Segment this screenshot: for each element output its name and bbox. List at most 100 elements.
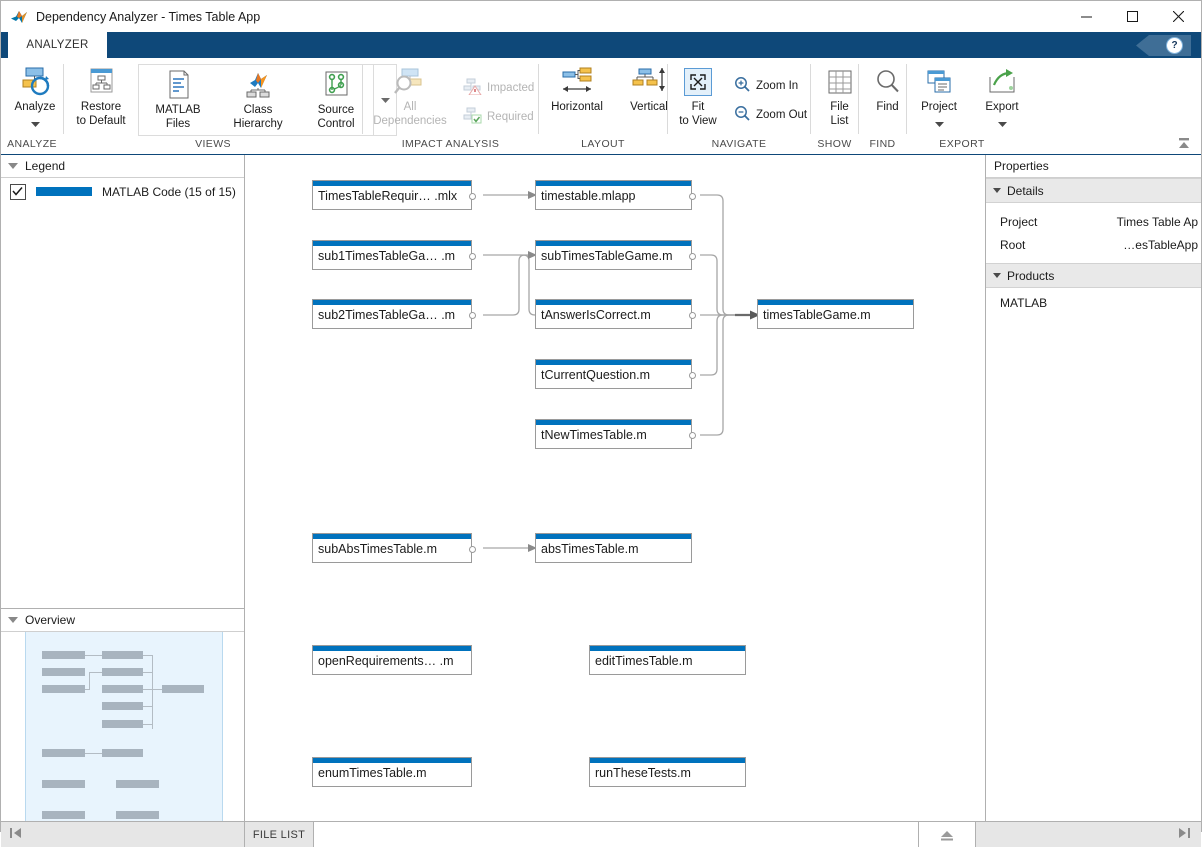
node-label: openRequirements… .m xyxy=(313,651,471,668)
chevron-down-icon xyxy=(8,163,18,169)
matlab-icon xyxy=(10,9,28,25)
close-icon[interactable] xyxy=(1155,1,1201,32)
graph-node[interactable]: editTimesTable.m xyxy=(589,645,746,675)
products-section-header[interactable]: Products xyxy=(986,263,1201,288)
fit-to-view-button[interactable]: Fit to View xyxy=(668,62,728,128)
graph-node[interactable]: timesTableGame.m xyxy=(757,299,914,329)
overview-edge xyxy=(143,655,152,656)
dependency-graph-canvas[interactable]: TimesTableRequir… .mlx timestable.mlapp su… xyxy=(245,155,985,821)
source-control-button[interactable]: Source Control xyxy=(299,65,373,135)
ribbon-group-export: Project Export xyxy=(907,58,1017,154)
project-export-button[interactable]: Project xyxy=(907,62,971,130)
matlab-files-label-line2: Files xyxy=(166,118,190,130)
node-output-port[interactable] xyxy=(689,312,696,319)
overview-header[interactable]: Overview xyxy=(1,609,244,632)
node-output-port[interactable] xyxy=(689,193,696,200)
overview-edge xyxy=(143,724,152,725)
export-button[interactable]: Export xyxy=(971,62,1033,130)
help-button[interactable]: ? xyxy=(1136,35,1191,56)
overview-node xyxy=(42,685,85,693)
legend-checkbox[interactable] xyxy=(10,184,26,200)
find-label: Find xyxy=(876,101,898,115)
node-label: absTimesTable.m xyxy=(536,539,691,556)
eject-icon[interactable] xyxy=(919,822,976,847)
node-output-port[interactable] xyxy=(469,193,476,200)
horizontal-layout-icon xyxy=(560,65,594,99)
restore-to-default-button[interactable]: Restore to Default xyxy=(64,62,138,128)
overview-edge xyxy=(143,689,162,690)
graph-node[interactable]: openRequirements… .m xyxy=(312,645,472,675)
node-label: tCurrentQuestion.m xyxy=(536,365,691,382)
matlab-files-button[interactable]: MATLAB Files xyxy=(139,65,217,135)
node-label: sub2TimesTableGa… .m xyxy=(313,305,471,322)
zoom-out-label: Zoom Out xyxy=(756,109,807,121)
graph-node[interactable]: timestable.mlapp xyxy=(535,180,692,210)
property-value: Times Table Ap xyxy=(1058,215,1201,229)
graph-node[interactable]: TimesTableRequir… .mlx xyxy=(312,180,472,210)
overview-thumbnail[interactable] xyxy=(1,632,244,821)
horizontal-layout-button[interactable]: Horizontal xyxy=(539,62,615,115)
go-to-start-icon[interactable] xyxy=(9,827,23,842)
graph-node[interactable]: sub2TimesTableGa… .m xyxy=(312,299,472,329)
fit-to-view-icon xyxy=(684,65,712,99)
details-rows: Project Times Table Ap Root …esTableApp xyxy=(986,203,1201,263)
ribbon-group-layout: Horizontal xyxy=(539,58,667,154)
graph-node[interactable]: tNewTimesTable.m xyxy=(535,419,692,449)
file-list-tab[interactable]: FILE LIST xyxy=(245,822,314,847)
graph-node[interactable]: subAbsTimesTable.m xyxy=(312,533,472,563)
overview-edge xyxy=(89,672,90,689)
overview-edge xyxy=(85,689,90,690)
window-controls xyxy=(1063,1,1201,32)
properties-panel: Properties Details Project Times Table A… xyxy=(985,155,1201,821)
help-icon: ? xyxy=(1166,37,1183,54)
legend-title: Legend xyxy=(25,159,65,173)
class-hierarchy-button[interactable]: Class Hierarchy xyxy=(217,65,299,135)
maximize-icon[interactable] xyxy=(1109,1,1155,32)
class-hierarchy-icon xyxy=(242,68,274,102)
overview-node xyxy=(102,749,143,757)
graph-node[interactable]: absTimesTable.m xyxy=(535,533,692,563)
project-icon xyxy=(924,65,954,99)
overview-edge xyxy=(85,655,102,656)
details-section-header[interactable]: Details xyxy=(986,178,1201,203)
overview-node xyxy=(42,668,85,676)
analyze-button[interactable]: Analyze xyxy=(1,62,69,130)
graph-node[interactable]: subTimesTableGame.m xyxy=(535,240,692,270)
class-hierarchy-label-line1: Class xyxy=(244,104,273,116)
property-key: Project xyxy=(986,215,1058,229)
legend-header[interactable]: Legend xyxy=(1,155,244,178)
property-row-project: Project Times Table Ap xyxy=(986,210,1201,233)
legend-item-matlab-code[interactable]: MATLAB Code (15 of 15) xyxy=(1,178,244,205)
all-dependencies-button[interactable]: All Dependencies xyxy=(363,62,457,128)
zoom-out-icon xyxy=(734,105,751,125)
graph-node[interactable]: tAnswerIsCorrect.m xyxy=(535,299,692,329)
overview-node xyxy=(42,780,85,788)
minimize-icon[interactable] xyxy=(1063,1,1109,32)
overview-edge xyxy=(89,672,102,673)
product-row-matlab: MATLAB xyxy=(986,288,1201,318)
matlab-files-icon xyxy=(164,68,192,102)
left-panel: Legend MATLAB Code (15 of 15) Overview xyxy=(1,155,245,821)
node-output-port[interactable] xyxy=(469,546,476,553)
node-output-port[interactable] xyxy=(689,372,696,379)
node-output-port[interactable] xyxy=(689,432,696,439)
overview-node xyxy=(102,702,143,710)
graph-node[interactable]: tCurrentQuestion.m xyxy=(535,359,692,389)
graph-node[interactable]: runTheseTests.m xyxy=(589,757,746,787)
tab-analyzer[interactable]: ANALYZER xyxy=(8,32,107,58)
graph-node[interactable]: enumTimesTable.m xyxy=(312,757,472,787)
tab-strip: ANALYZER ? xyxy=(1,32,1201,58)
zoom-in-icon xyxy=(734,76,751,96)
collapse-ribbon-icon[interactable] xyxy=(1173,134,1195,152)
node-output-port[interactable] xyxy=(689,253,696,260)
products-title: Products xyxy=(1007,269,1054,283)
zoom-in-label: Zoom In xyxy=(756,80,798,92)
go-to-end-icon[interactable] xyxy=(1177,827,1191,842)
graph-node[interactable]: sub1TimesTableGa… .m xyxy=(312,240,472,270)
analyze-label: Analyze xyxy=(15,101,56,115)
node-output-port[interactable] xyxy=(469,253,476,260)
matlab-files-label-line1: MATLAB xyxy=(155,104,200,116)
ribbon-group-label-analyze: ANALYZE xyxy=(1,137,63,154)
node-output-port[interactable] xyxy=(469,312,476,319)
chevron-down-icon xyxy=(8,617,18,623)
